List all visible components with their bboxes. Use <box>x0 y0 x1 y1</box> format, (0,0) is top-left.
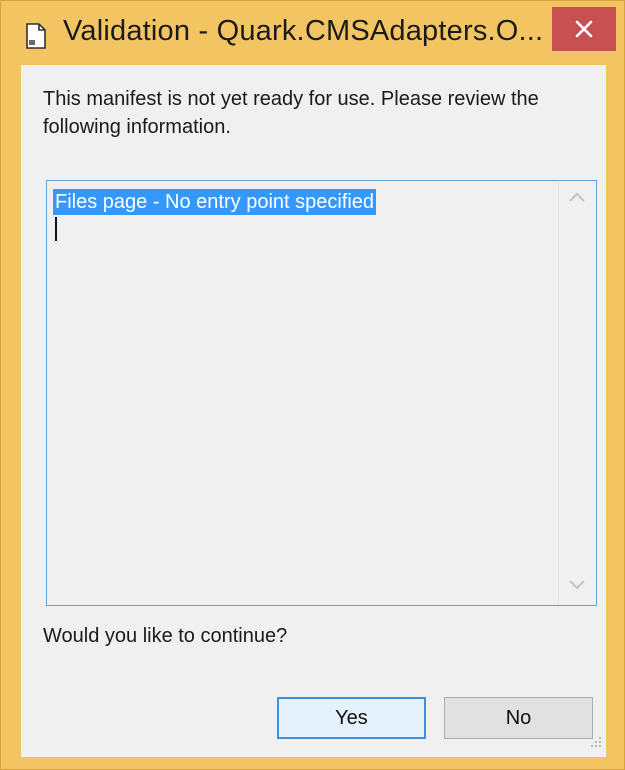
close-button[interactable] <box>552 7 616 51</box>
details-textbox[interactable]: Files page - No entry point specified <box>46 180 597 606</box>
yes-button[interactable]: Yes <box>277 697 426 739</box>
close-icon <box>575 20 593 38</box>
details-line[interactable]: Files page - No entry point specified <box>53 189 377 215</box>
chevron-up-icon[interactable] <box>568 190 586 208</box>
window-title: Validation - Quark.CMSAdapters.O... <box>63 15 544 47</box>
details-content[interactable]: Files page - No entry point specified <box>49 183 558 603</box>
message-text: This manifest is not yet ready for use. … <box>43 88 539 138</box>
dialog-body: This manifest is not yet ready for use. … <box>21 65 606 757</box>
vertical-scrollbar[interactable] <box>558 182 595 604</box>
validation-dialog-window: Validation - Quark.CMSAdapters.O... This… <box>0 0 625 770</box>
continue-question: Would you like to continue? <box>43 625 288 647</box>
text-caret <box>55 217 57 241</box>
chevron-down-icon[interactable] <box>568 578 586 596</box>
no-button[interactable]: No <box>444 697 593 739</box>
document-icon <box>25 23 47 49</box>
title-bar[interactable]: Validation - Quark.CMSAdapters.O... <box>1 1 624 65</box>
resize-grip-icon[interactable] <box>588 734 602 753</box>
